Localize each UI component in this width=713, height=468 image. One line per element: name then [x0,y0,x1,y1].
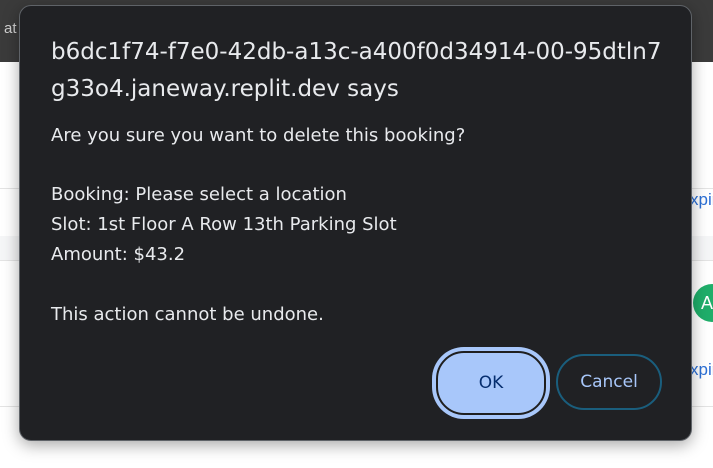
expiry-link[interactable]: xpir [690,360,713,380]
dialog-message-booking: Booking: Please select a location [51,184,347,205]
dialog-message-amount: Amount: $43.2 [51,244,186,265]
dialog-message-slot: Slot: 1st Floor A Row 13th Parking Slot [51,214,397,235]
cancel-button[interactable]: Cancel [556,354,662,410]
confirm-dialog: b6dc1f74-f7e0-42db-a13c-a400f0d34914-00-… [19,5,692,441]
avatar: A [693,284,713,322]
dialog-title: b6dc1f74-f7e0-42db-a13c-a400f0d34914-00-… [51,39,662,102]
dialog-message-warning: This action cannot be undone. [51,304,324,325]
ok-button[interactable]: OK [433,348,549,418]
expiry-link[interactable]: xpir [690,190,713,210]
dialog-message-question: Are you sure you want to delete this boo… [51,125,466,146]
header-text-fragment: at [4,20,17,37]
